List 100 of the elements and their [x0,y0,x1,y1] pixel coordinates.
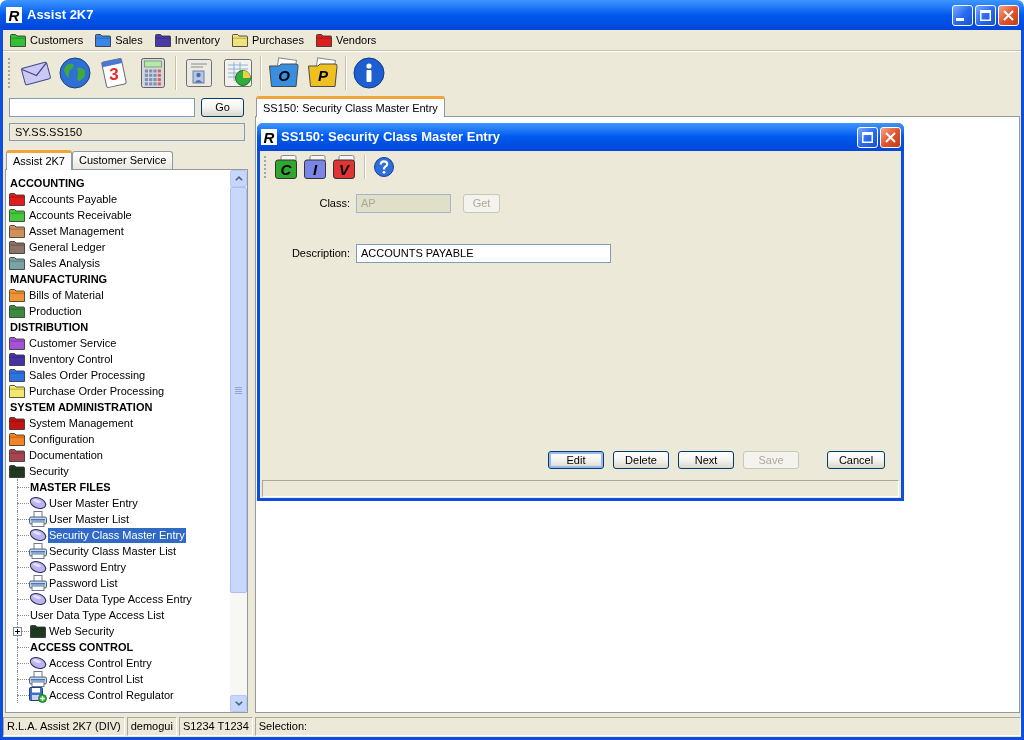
tree-item[interactable]: User Master List [48,511,131,527]
tree-item[interactable]: Inventory Control [28,351,114,367]
globe-icon [59,57,91,89]
go-button[interactable]: Go [201,98,244,117]
info-icon [353,57,385,89]
tree-item[interactable]: Web Security [48,623,116,639]
tree-heading: ACCOUNTING [9,175,86,191]
capsule-icon [29,528,47,542]
tree-item[interactable]: User Data Type Access List [29,607,166,623]
action-button[interactable]: Next [678,451,734,469]
minimize-icon [956,18,964,21]
app-logo: R [261,129,277,145]
close-button[interactable] [880,126,901,148]
toolbar-button[interactable]: P [307,57,339,89]
tab[interactable]: Customer Service [71,151,174,169]
capsule-icon [29,592,47,606]
tree-item[interactable]: Access Control Entry [48,655,153,671]
plus-icon[interactable] [13,627,22,636]
tree-item[interactable]: Security [28,463,70,479]
tree-item[interactable]: Security Class Master Entry [48,527,186,543]
dialog-title: SS150: Security Class Master Entry [281,128,500,147]
tree-heading: MANUFACTURING [9,271,109,287]
capsule-icon [29,656,47,670]
scroll-up-button[interactable] [230,170,247,187]
tree-item[interactable]: Accounts Payable [28,191,119,207]
field-label: Class: [319,196,350,212]
tree-item[interactable]: Sales Analysis [28,255,101,271]
toolbar-button[interactable] [353,57,385,89]
maximize-icon [980,9,991,21]
tree-item[interactable]: Security Class Master List [48,543,178,559]
chevron-down-icon [234,701,243,706]
toolbar-button[interactable]: C [274,155,298,179]
tree-item[interactable]: Password List [48,575,119,591]
tree-item[interactable]: General Ledger [28,239,107,255]
printer-icon [29,671,47,687]
tree-item[interactable]: User Data Type Access Entry [48,591,193,607]
toolbar-button[interactable]: I [303,155,327,179]
maximize-button[interactable] [975,4,996,26]
tree-item[interactable]: Sales Order Processing [28,367,147,383]
app-logo: R [6,7,22,23]
tree-item[interactable]: Purchase Order Processing [28,383,166,399]
close-icon [885,131,896,143]
action-button[interactable]: Edit [548,451,604,469]
tree-heading: ACCESS CONTROL [29,639,135,655]
spreadsheet-chart-icon [222,57,254,89]
toolbar-button[interactable]: O [268,57,300,89]
toolbar-button[interactable] [59,57,91,89]
status-cell: demogui [126,716,177,736]
tree-heading: MASTER FILES [29,479,112,495]
tab[interactable]: SS150: Security Class Master Entry [256,96,445,117]
scrollbar-thumb[interactable] [230,187,247,593]
tree-item[interactable]: Production [28,303,83,319]
menu-item[interactable]: Purchases [230,30,305,50]
menu-item[interactable]: Vendors [314,30,378,50]
capsule-icon [29,560,47,574]
toolbar-button[interactable] [374,157,394,177]
tree-item[interactable]: System Management [28,415,134,431]
tree-item[interactable]: Access Control List [48,671,145,687]
close-icon [1003,9,1014,21]
close-button[interactable] [998,4,1019,26]
tree-heading: SYSTEM ADMINISTRATION [9,399,154,415]
maximize-icon [862,131,873,143]
tree-item[interactable]: Accounts Receivable [28,207,133,223]
disk-plus-icon [29,687,47,703]
cancel-button[interactable]: Cancel [827,451,885,469]
chevron-up-icon [234,176,243,181]
tree-item[interactable]: Documentation [28,447,104,463]
minimize-button[interactable] [952,4,973,26]
tree-item[interactable]: Configuration [28,431,96,447]
scroll-down-button[interactable] [230,695,247,712]
maximize-button[interactable] [857,126,878,148]
menu-item[interactable]: Customers [9,30,85,50]
tree-item[interactable]: Access Control Regulator [48,687,175,703]
status-cell: R.L.A. Assist 2K7 (DIV) [3,716,125,736]
capsule-icon [29,496,47,510]
grip-icon [235,386,242,394]
menu-item[interactable]: Sales [94,30,144,50]
menu-item[interactable]: Inventory [153,30,221,50]
printer-icon [29,575,47,591]
field-label: Description: [291,246,350,262]
toolbar-button[interactable] [222,57,254,89]
toolbar-button[interactable]: V [332,155,356,179]
window-title: Assist 2K7 [27,6,94,25]
tab[interactable]: Assist 2K7 [6,150,72,170]
search-field[interactable] [9,98,195,117]
help-icon [374,157,394,177]
document-icon [183,57,215,89]
tree-item[interactable]: Asset Management [28,223,125,239]
tree-item[interactable]: Customer Service [28,335,118,351]
tree-item[interactable]: User Master Entry [48,495,139,511]
toolbar-button[interactable] [183,57,215,89]
tree-heading: DISTRIBUTION [9,319,90,335]
text-field[interactable]: ACCOUNTS PAYABLE [356,244,611,263]
toolbar-button[interactable]: 3 [98,57,130,89]
tree-item[interactable]: Password Entry [48,559,128,575]
action-button[interactable]: Delete [613,451,669,469]
printer-icon [29,543,47,559]
tree-item[interactable]: Bills of Material [28,287,105,303]
status-cell: S1234 T1234 [178,716,253,736]
path-field[interactable]: SY.SS.SS150 [9,123,245,141]
